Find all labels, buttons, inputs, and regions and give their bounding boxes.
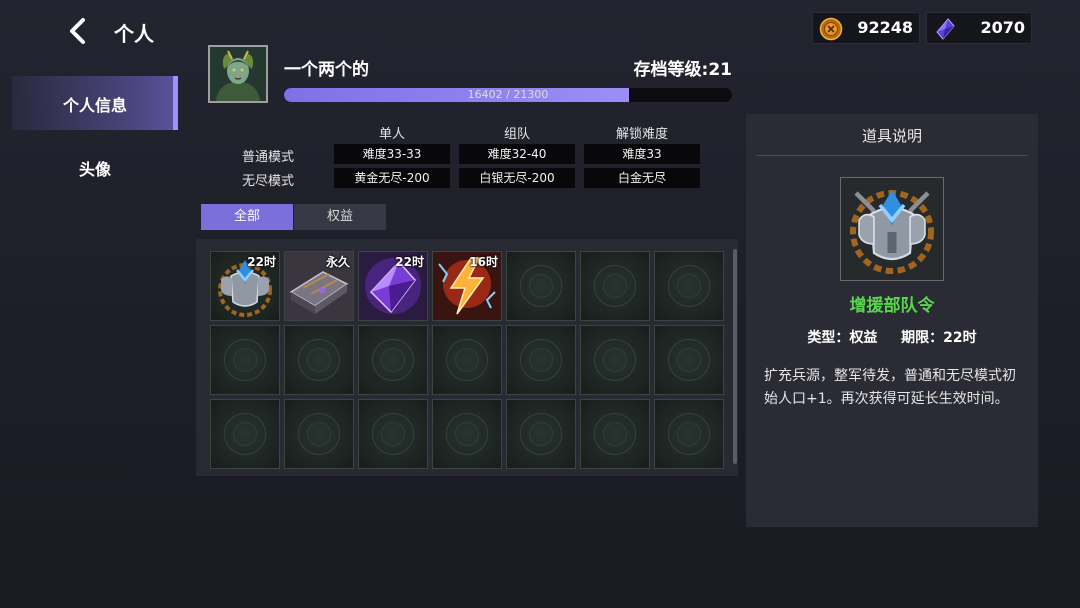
page-title: 个人 xyxy=(114,22,154,46)
empty-item-slot[interactable] xyxy=(654,251,724,321)
xp-progress-bar: 16402 / 21300 xyxy=(284,88,732,102)
item-slot[interactable]: 22时 xyxy=(358,251,428,321)
empty-item-slot[interactable] xyxy=(210,399,280,469)
profile-screen: 个人 92248 2070 个人信息 头像 一个两个的 存档等级:21 1640… xyxy=(0,0,1080,608)
slot-rune-decoration xyxy=(455,422,479,446)
slot-rune-decoration xyxy=(603,348,627,372)
empty-item-slot[interactable] xyxy=(580,325,650,395)
row-header-normal: 普通模式 xyxy=(241,150,294,165)
slot-rune-decoration xyxy=(381,348,405,372)
slot-rune-decoration xyxy=(233,422,257,446)
empty-item-slot[interactable] xyxy=(506,399,576,469)
empty-item-slot[interactable] xyxy=(284,399,354,469)
empty-item-slot[interactable] xyxy=(654,325,724,395)
slot-rune-decoration xyxy=(307,422,331,446)
detail-item-term: 期限：22时 xyxy=(901,330,977,346)
player-name: 一个两个的 xyxy=(284,60,369,80)
sidebar-item-label: 头像 xyxy=(78,160,111,179)
slot-rune-decoration xyxy=(677,274,701,298)
xp-progress-text: 16402 / 21300 xyxy=(467,88,549,101)
tab-rights[interactable]: 权益 xyxy=(294,204,386,230)
empty-item-slot[interactable] xyxy=(580,399,650,469)
slot-rune-decoration xyxy=(529,422,553,446)
empty-item-slot[interactable] xyxy=(210,325,280,395)
item-slot[interactable]: 16时 xyxy=(432,251,502,321)
armor-emblem-icon xyxy=(841,178,943,280)
player-avatar[interactable] xyxy=(208,45,268,103)
difficulty-cell: 难度32-40 xyxy=(459,144,575,164)
slot-rune-decoration xyxy=(455,348,479,372)
empty-item-slot[interactable] xyxy=(432,325,502,395)
empty-item-slot[interactable] xyxy=(654,399,724,469)
item-slot[interactable]: 22时 xyxy=(210,251,280,321)
empty-item-slot[interactable] xyxy=(432,399,502,469)
save-level: 存档等级:21 xyxy=(633,60,732,80)
item-duration: 22时 xyxy=(395,255,424,269)
gold-amount: 92248 xyxy=(857,18,913,37)
tab-all[interactable]: 全部 xyxy=(201,204,293,230)
empty-item-slot[interactable] xyxy=(506,251,576,321)
gold-currency-display: 92248 xyxy=(812,12,920,44)
sidebar-item-label: 个人信息 xyxy=(62,96,127,115)
detail-item-frame xyxy=(840,177,944,281)
sidebar-item-personal-info[interactable]: 个人信息 xyxy=(12,76,178,130)
gem-amount: 2070 xyxy=(980,18,1025,37)
empty-item-slot[interactable] xyxy=(358,325,428,395)
slot-rune-decoration xyxy=(233,348,257,372)
empty-item-slot[interactable] xyxy=(506,325,576,395)
row-header-endless: 无尽模式 xyxy=(241,174,294,189)
selected-indicator xyxy=(173,76,178,130)
item-grid[interactable]: 22时 永久 22时 16时 xyxy=(196,239,738,476)
item-duration: 16时 xyxy=(469,255,498,269)
detail-item-name: 增援部队令 xyxy=(849,296,935,316)
item-slot[interactable]: 永久 xyxy=(284,251,354,321)
slot-rune-decoration xyxy=(677,348,701,372)
difficulty-cell: 难度33 xyxy=(584,144,700,164)
col-header-unlock: 解锁难度 xyxy=(615,127,668,142)
difficulty-cell: 白金无尽 xyxy=(584,168,700,188)
slot-rune-decoration xyxy=(529,348,553,372)
difficulty-cell: 白银无尽-200 xyxy=(459,168,575,188)
slot-rune-decoration xyxy=(677,422,701,446)
item-detail-panel: 道具说明 增援部队令 类型：权益 期限：22时 扩充兵源，整军待发，普通和无尽模… xyxy=(746,114,1038,527)
chevron-left-icon xyxy=(70,18,85,44)
slot-rune-decoration xyxy=(529,274,553,298)
slot-rune-decoration xyxy=(307,348,331,372)
col-header-solo: 单人 xyxy=(378,127,405,142)
item-duration: 永久 xyxy=(325,255,350,269)
purple-crystal-icon xyxy=(936,18,955,40)
empty-item-slot[interactable] xyxy=(284,325,354,395)
empty-item-slot[interactable] xyxy=(580,251,650,321)
avatar-portrait-icon xyxy=(210,47,266,101)
detail-panel-title: 道具说明 xyxy=(861,127,922,145)
detail-item-meta: 类型：权益 期限：22时 xyxy=(746,327,1038,347)
detail-item-type: 类型：权益 xyxy=(807,330,878,346)
item-duration: 22时 xyxy=(247,255,276,269)
slot-rune-decoration xyxy=(381,422,405,446)
gold-coin-icon xyxy=(819,17,843,41)
empty-item-slot[interactable] xyxy=(358,399,428,469)
divider xyxy=(756,155,1028,156)
difficulty-cell: 难度33-33 xyxy=(334,144,450,164)
sidebar-item-avatar[interactable]: 头像 xyxy=(12,140,178,194)
back-button[interactable] xyxy=(62,14,96,48)
detail-item-description: 扩充兵源，整军待发，普通和无尽模式初始人口+1。再次获得可延长生效时间。 xyxy=(764,368,1016,407)
gem-currency-display: 2070 xyxy=(926,12,1032,44)
difficulty-cell: 黄金无尽-200 xyxy=(334,168,450,188)
item-grid-scrollbar[interactable] xyxy=(733,249,737,464)
col-header-team: 组队 xyxy=(503,127,530,142)
slot-rune-decoration xyxy=(603,274,627,298)
slot-rune-decoration xyxy=(603,422,627,446)
